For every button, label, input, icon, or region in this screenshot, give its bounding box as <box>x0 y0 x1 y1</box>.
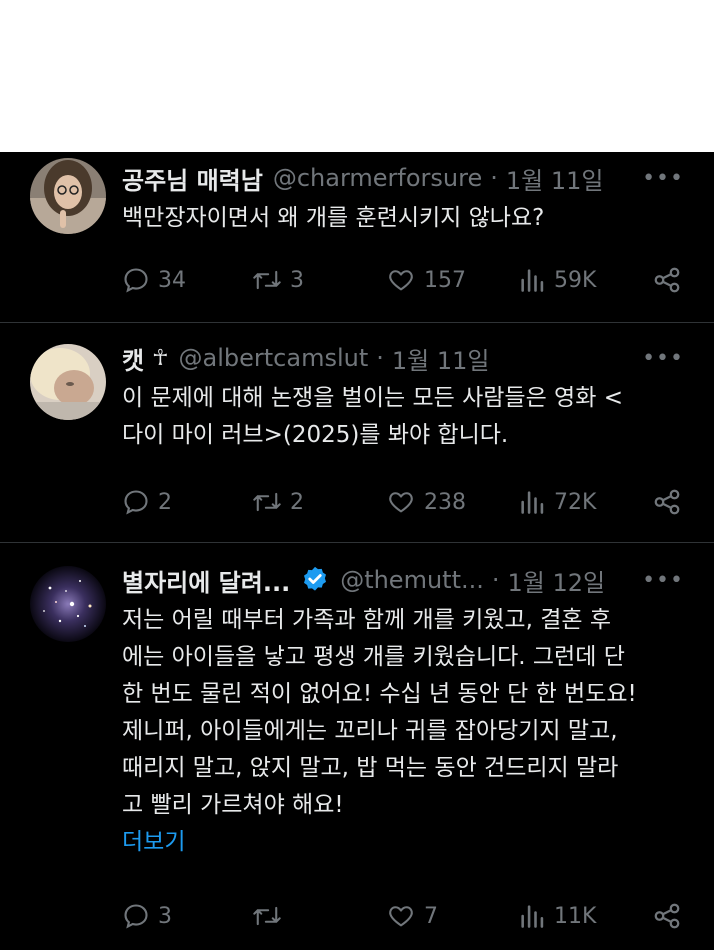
views-icon <box>521 905 544 928</box>
user-handle[interactable]: @albertcamslut <box>179 344 369 372</box>
views-button[interactable]: 72K <box>518 482 596 522</box>
avatar[interactable] <box>30 566 106 642</box>
share-button[interactable] <box>652 260 690 300</box>
tweet-1[interactable]: 공주님 매력남 @charmerforsure · 1월 11일 ••• 백만장… <box>0 152 714 323</box>
action-bar: 3 7 11K <box>122 896 692 936</box>
views-count: 72K <box>554 489 597 515</box>
tweet-date[interactable]: 1월 11일 <box>392 341 490 376</box>
ankh-icon: ☥ <box>152 345 169 371</box>
like-button[interactable]: 157 <box>386 260 466 300</box>
views-icon <box>521 491 544 514</box>
tweet-2[interactable]: 캣 ☥ @albertcamslut · 1월 11일 ••• 이 문제에 대해… <box>0 322 714 543</box>
share-icon <box>654 267 680 293</box>
tweet-date[interactable]: 1월 12일 <box>508 563 606 598</box>
separator-dot: · <box>490 164 498 192</box>
retweet-button[interactable]: 2 <box>252 482 304 522</box>
like-icon <box>389 906 413 927</box>
retweet-count: 3 <box>290 267 304 293</box>
share-icon <box>654 903 680 929</box>
tweet-header: 캣 ☥ @albertcamslut · 1월 11일 ••• <box>122 340 684 376</box>
views-count: 59K <box>554 267 597 293</box>
views-button[interactable]: 11K <box>518 896 596 936</box>
like-count: 157 <box>424 267 466 293</box>
retweet-icon <box>253 270 281 290</box>
reply-button[interactable]: 34 <box>122 260 186 300</box>
like-button[interactable]: 238 <box>386 482 466 522</box>
display-name[interactable]: 공주님 매력남 <box>122 161 263 196</box>
share-icon <box>654 489 680 515</box>
more-icon[interactable]: ••• <box>642 346 684 371</box>
tweet-feed: 공주님 매력남 @charmerforsure · 1월 11일 ••• 백만장… <box>0 152 714 950</box>
retweet-count: 2 <box>290 489 304 515</box>
top-blank-area <box>0 0 714 152</box>
avatar[interactable] <box>30 158 106 234</box>
action-bar: 2 2 238 72K <box>122 482 692 522</box>
reply-icon <box>124 904 148 929</box>
views-button[interactable]: 59K <box>518 260 596 300</box>
like-button[interactable]: 7 <box>386 896 438 936</box>
separator-dot: · <box>491 566 500 594</box>
retweet-button[interactable] <box>252 896 290 936</box>
tweet-text: 이 문제에 대해 논쟁을 벌이는 모든 사람들은 영화 < 다이 마이 러브>(… <box>122 385 623 448</box>
reply-count: 34 <box>158 267 186 293</box>
tweet-text: 저는 어릴 때부터 가족과 함께 개를 키웠고, 결혼 후 에는 아이들을 낳고… <box>122 607 637 818</box>
action-bar: 34 3 157 59K <box>122 260 692 300</box>
tweet-header: 공주님 매력남 @charmerforsure · 1월 11일 ••• <box>122 160 684 196</box>
retweet-icon <box>253 492 281 512</box>
reply-count: 2 <box>158 489 172 515</box>
separator-dot: · <box>376 344 384 372</box>
display-name[interactable]: 캣 <box>122 341 144 376</box>
user-handle[interactable]: @themutt... <box>340 566 484 594</box>
like-count: 238 <box>424 489 466 515</box>
views-count: 11K <box>554 903 597 929</box>
like-count: 7 <box>424 903 438 929</box>
reply-icon <box>124 268 148 293</box>
verified-badge-icon <box>300 565 330 595</box>
retweet-icon <box>253 906 281 926</box>
display-name[interactable]: 별자리에 달려... <box>122 563 290 598</box>
reply-icon <box>124 490 148 515</box>
like-icon <box>389 270 413 291</box>
like-icon <box>389 492 413 513</box>
tweet-header: 별자리에 달려... @themutt... · 1월 12일 ••• <box>122 562 684 598</box>
more-icon[interactable]: ••• <box>642 568 684 593</box>
views-icon <box>521 269 544 292</box>
reply-button[interactable]: 2 <box>122 482 172 522</box>
share-button[interactable] <box>652 482 690 522</box>
tweet-date[interactable]: 1월 11일 <box>506 161 604 196</box>
more-icon[interactable]: ••• <box>642 166 684 191</box>
share-button[interactable] <box>652 896 690 936</box>
avatar[interactable] <box>30 344 106 420</box>
reply-button[interactable]: 3 <box>122 896 172 936</box>
tweet-3[interactable]: 별자리에 달려... @themutt... · 1월 12일 ••• 저는 어… <box>0 542 714 950</box>
show-more-link[interactable]: 더보기 <box>122 822 185 856</box>
retweet-button[interactable]: 3 <box>252 260 304 300</box>
user-handle[interactable]: @charmerforsure <box>273 164 482 192</box>
reply-count: 3 <box>158 903 172 929</box>
tweet-text: 백만장자이면서 왜 개를 훈련시키지 않나요? <box>122 205 545 231</box>
